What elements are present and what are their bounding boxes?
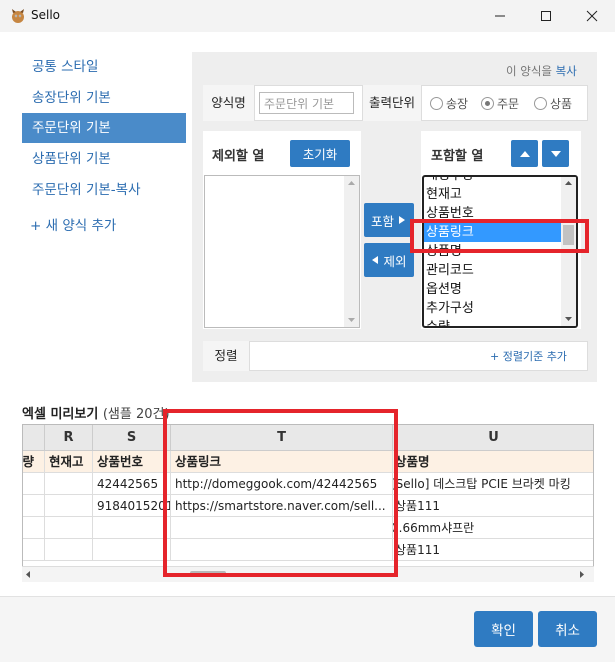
sidebar-item-product-default[interactable]: 상품단위 기본: [22, 144, 186, 174]
minimize-button[interactable]: [477, 0, 523, 32]
list-item[interactable]: 수량: [424, 318, 562, 326]
column-letter: S: [93, 425, 171, 451]
maximize-button[interactable]: [523, 0, 569, 32]
list-item[interactable]: 관리코드: [424, 261, 562, 280]
output-unit-label: 출력단위: [362, 85, 422, 121]
column-letter: [23, 425, 45, 451]
radio-button[interactable]: [534, 96, 547, 110]
sort-label: 정렬: [203, 341, 250, 371]
sidebar-item-order-default[interactable]: 주문단위 기본: [22, 113, 186, 143]
copy-prefix: 이 양식을: [506, 64, 552, 78]
column-header: 수량: [23, 451, 45, 473]
reset-button[interactable]: 초기화: [290, 140, 350, 167]
include-button[interactable]: 포함: [364, 203, 414, 237]
output-radio-invoice[interactable]: 송장: [430, 94, 468, 112]
radio-button[interactable]: [430, 96, 443, 110]
close-icon: [586, 10, 598, 22]
exclude-columns-title: 제외할 열: [212, 149, 265, 164]
app-logo-icon: [12, 9, 24, 23]
exclude-button[interactable]: 제외: [364, 243, 414, 277]
add-sort-link[interactable]: + 정렬기준 추가: [490, 348, 567, 364]
include-columns-title: 포함할 열: [431, 149, 484, 164]
add-format-link[interactable]: + 새 양식 추가: [30, 214, 116, 234]
output-radio-order[interactable]: 주문: [481, 94, 519, 112]
sidebar-item-order-default-copy[interactable]: 주문단위 기본-복사: [22, 175, 186, 205]
arrow-left-icon: [372, 256, 379, 264]
scroll-arrows-icon: [348, 181, 355, 322]
sidebar-item-common-style[interactable]: 공통 스타일: [22, 52, 186, 82]
list-item[interactable]: 현재고: [424, 185, 562, 204]
column-letter: U: [393, 425, 593, 451]
output-radio-product[interactable]: 상품: [534, 94, 572, 112]
list-item[interactable]: 매칭수량: [424, 177, 562, 185]
list-item[interactable]: 옵션명: [424, 280, 562, 299]
move-up-button[interactable]: [511, 140, 538, 167]
minimize-icon: [495, 15, 505, 17]
move-down-button[interactable]: [542, 140, 569, 167]
copy-format-line: 이 양식을 복사: [506, 63, 577, 79]
column-header: 현재고: [45, 451, 93, 473]
column-header: 상품번호: [93, 451, 171, 473]
format-name-input[interactable]: [259, 92, 354, 114]
column-letter: R: [45, 425, 93, 451]
copy-format-link[interactable]: 복사: [556, 64, 577, 78]
excluded-columns-list[interactable]: [204, 175, 360, 328]
maximize-icon: [541, 11, 551, 21]
cancel-button[interactable]: 취소: [538, 611, 597, 647]
close-button[interactable]: [569, 0, 615, 32]
caret-up-icon: [519, 150, 530, 157]
ok-button[interactable]: 확인: [474, 611, 533, 647]
list-item[interactable]: 추가구성: [424, 299, 562, 318]
highlight-box-preview-column: [163, 409, 398, 577]
arrow-right-icon: [399, 216, 406, 224]
excluded-list-scrollbar[interactable]: [344, 176, 359, 327]
format-name-label: 양식명: [203, 85, 255, 121]
radio-button[interactable]: [481, 96, 494, 110]
excel-preview-title: 엑셀 미리보기 (샘플 20건): [22, 407, 170, 422]
caret-down-icon: [550, 150, 561, 157]
window-title: Sello: [31, 8, 61, 22]
highlight-box-selected-column: [410, 219, 589, 253]
column-header: 상품명: [393, 451, 593, 473]
sidebar-item-invoice-default[interactable]: 송장단위 기본: [22, 83, 186, 113]
